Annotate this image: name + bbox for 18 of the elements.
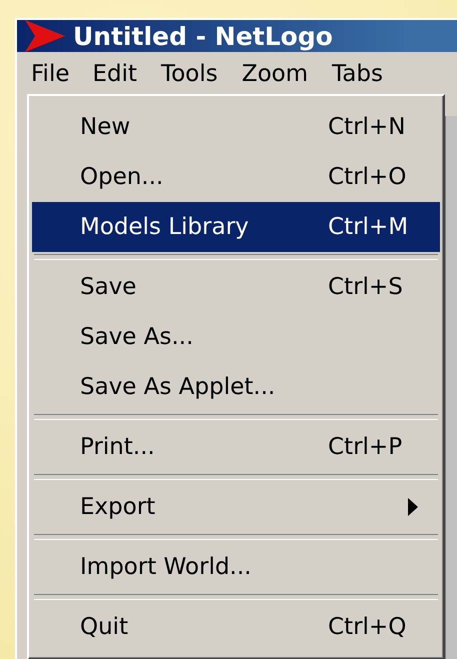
menu-bar-item[interactable]: Zoom [230, 56, 320, 92]
menu-bar-item[interactable]: Tools [150, 56, 229, 92]
menu-item[interactable]: Save As... [32, 312, 440, 362]
menu-bar-item[interactable]: Edit [82, 56, 148, 92]
window-title: Untitled - NetLogo [73, 22, 333, 50]
menu-item[interactable]: Print... Ctrl+P [32, 422, 440, 472]
menu-item[interactable]: Open... Ctrl+O [32, 152, 440, 202]
app-logo-icon [25, 20, 65, 52]
menu-item[interactable]: Quit Ctrl+Q [32, 602, 440, 652]
menu-item[interactable]: Import World... [32, 542, 440, 592]
menu-item[interactable]: Save Ctrl+S [32, 262, 440, 312]
menu-item[interactable]: Export [32, 482, 440, 532]
submenu-arrow-icon [408, 498, 418, 516]
menu-item[interactable]: New Ctrl+N [32, 102, 440, 152]
menu-bar-item[interactable]: Tabs [321, 56, 394, 92]
menu-item[interactable]: Save As Applet... [32, 362, 440, 412]
menu-bar-item[interactable]: File [21, 57, 80, 91]
menu-item[interactable]: Models Library Ctrl+M [32, 202, 440, 252]
